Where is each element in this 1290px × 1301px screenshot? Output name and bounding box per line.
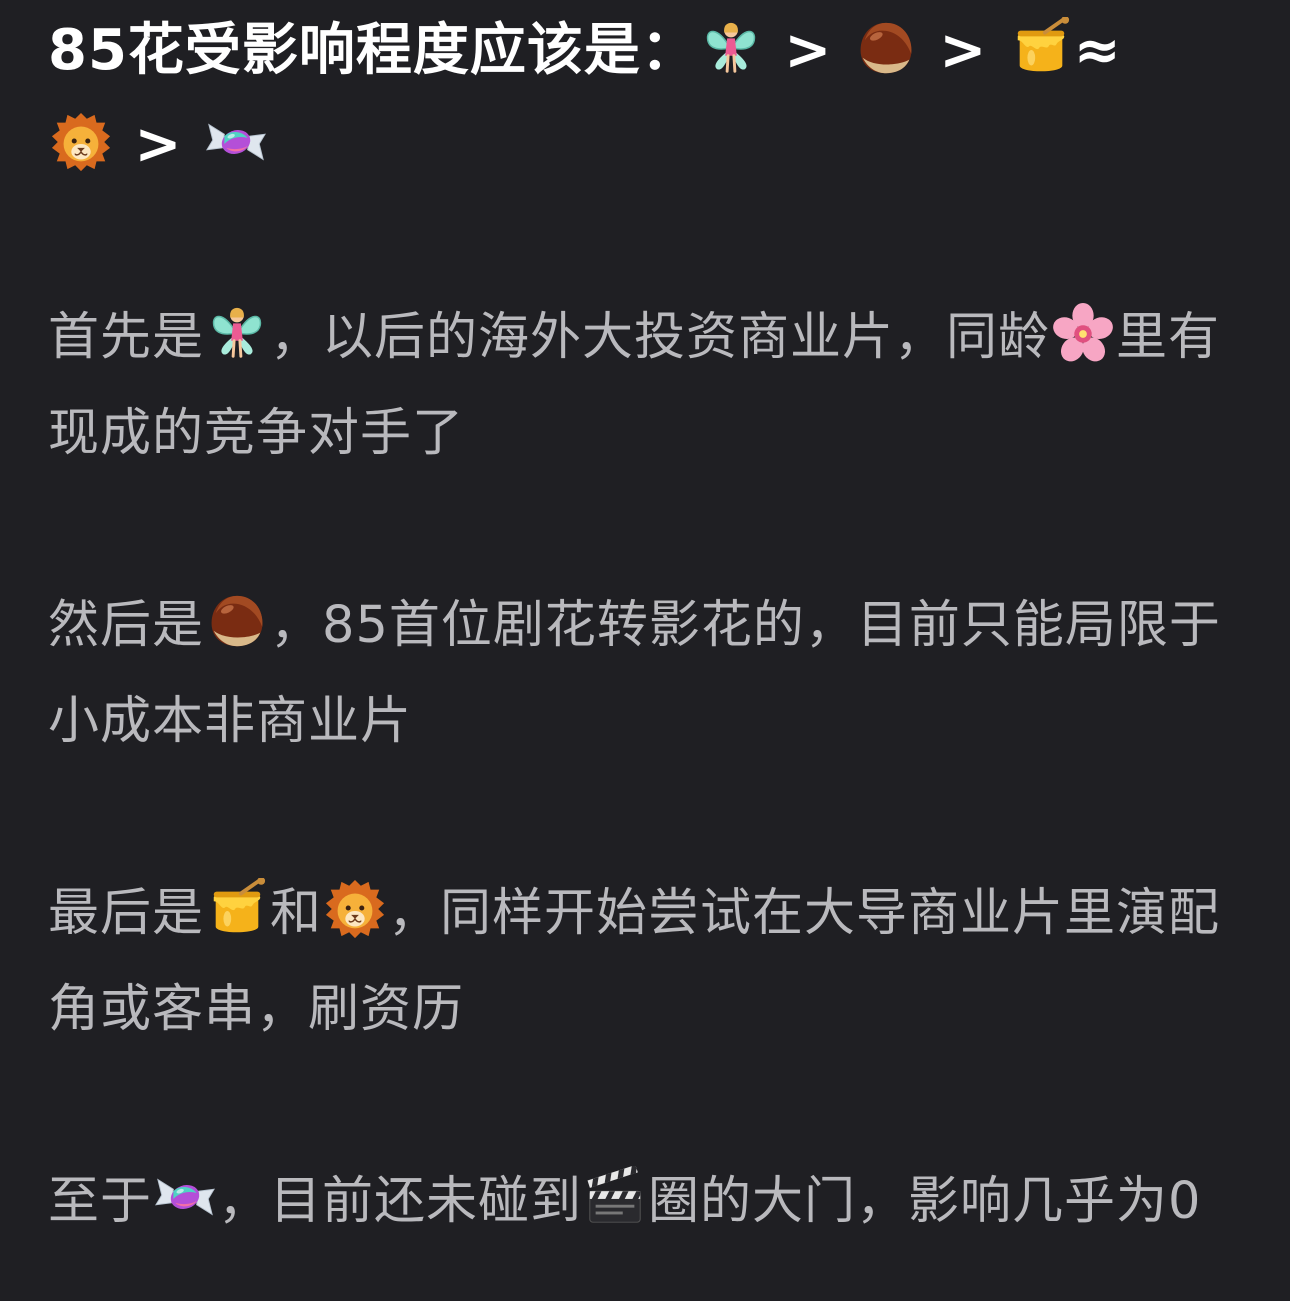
paragraph-text: ，目前还未碰到 [218, 1172, 583, 1231]
paragraph-text: 和 [270, 884, 323, 943]
title-separator: > [114, 112, 203, 177]
paragraph-text: 圈的大门，影响几乎为0 [648, 1172, 1202, 1231]
title-separator: ≈ [1073, 18, 1122, 83]
paragraph-text: 最后是 [48, 884, 205, 943]
paragraph-4: 至于 ，目前还未碰到 圈的大门，影响几乎为0 [48, 1154, 1242, 1250]
paragraph-text: 然后是 [48, 596, 205, 655]
honey-pot-icon [1010, 17, 1072, 79]
paragraph-2: 然后是 ，85首位剧花转影花的，目前只能局限于小成本非商业片 [48, 578, 1242, 770]
honey-pot-icon [206, 878, 268, 940]
watermark [500, 1248, 790, 1290]
paragraph-3: 最后是和，同样开始尝试在大导商业片里演配角或客串，刷资历 [48, 866, 1242, 1058]
candy-icon [205, 111, 267, 173]
candy-icon [154, 1166, 216, 1228]
paragraph-text: 首先是 [48, 308, 205, 367]
chestnut-icon [206, 590, 268, 652]
paragraph-text: ，以后的海外大投资商业片，同龄 [270, 308, 1051, 367]
lion-icon [50, 111, 112, 173]
cherry-blossom-icon [1052, 302, 1114, 364]
post-content: 85花受影响程度应该是： > > ≈ > 首先是 ，以后的海外大投资商业片，同龄里… [0, 0, 1290, 1301]
paragraph-1: 首先是 ，以后的海外大投资商业片，同龄 里有现成的竞争对手了 [48, 290, 1242, 482]
title-separator: > [763, 18, 853, 83]
chestnut-icon [855, 17, 917, 79]
title-text: 85花受影响程度应该是： [48, 18, 698, 83]
post-title: 85花受影响程度应该是： > > ≈ > [48, 4, 1242, 192]
title-separator: > [918, 18, 1008, 83]
lion-icon [324, 878, 386, 940]
fairy-icon [206, 302, 268, 364]
paragraph-text: 至于 [48, 1172, 153, 1231]
fairy-icon [700, 17, 762, 79]
clapper-board-icon [584, 1166, 646, 1228]
